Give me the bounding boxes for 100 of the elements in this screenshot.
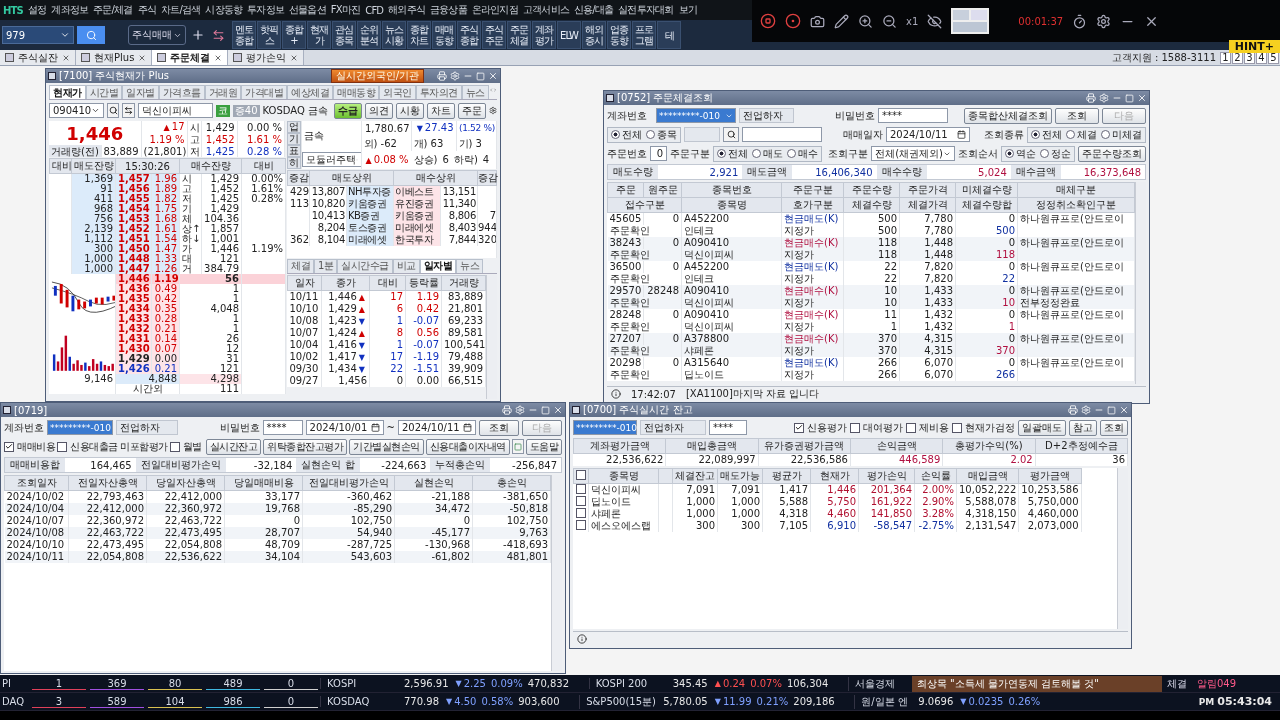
timer-icon[interactable] [1072, 13, 1088, 29]
toolbar-button[interactable]: 주식 종합 [457, 21, 481, 49]
eye-off-icon[interactable] [927, 13, 943, 29]
page-button[interactable]: 2 [1232, 51, 1243, 64]
menu-item[interactable]: 신용/대출 [573, 3, 614, 17]
tab[interactable]: 투자의견 [415, 85, 462, 99]
tab[interactable]: 일자별 [419, 258, 457, 273]
maximize-icon[interactable] [476, 71, 485, 81]
toolbar-button[interactable]: 종합 + [282, 21, 306, 49]
tab[interactable]: 체결 [287, 258, 314, 273]
stock-code-field[interactable]: 090410 [49, 103, 105, 118]
tab[interactable]: 일자별 [122, 85, 159, 99]
query-button[interactable]: 조회 [1055, 107, 1099, 124]
menu-item[interactable]: 투자정보 [247, 3, 284, 17]
search-button[interactable] [723, 127, 739, 142]
tab[interactable]: 가격대별 [241, 85, 287, 99]
close-icon[interactable] [138, 53, 147, 62]
tab[interactable]: 뉴스 [456, 258, 484, 273]
checkbox[interactable]: 현재가검정 [952, 420, 1015, 435]
print-icon[interactable] [437, 71, 447, 81]
page-button[interactable]: 3 [1244, 51, 1255, 64]
account-select[interactable]: 979 [2, 26, 74, 44]
action-button[interactable]: 주문 [457, 102, 486, 119]
toolbar-button[interactable]: 현재 가 [307, 21, 331, 49]
radio-button[interactable]: 전체 [611, 127, 642, 142]
print-icon[interactable] [1068, 405, 1078, 415]
tab[interactable]: 실시간수급 [337, 258, 393, 273]
menu-item[interactable]: 실전투자대회 [618, 3, 674, 17]
tab[interactable]: 비교 [392, 258, 420, 273]
print-icon[interactable] [502, 405, 512, 415]
maximize-icon[interactable] [1125, 93, 1134, 103]
close-icon[interactable] [553, 405, 563, 415]
query-button[interactable]: 조회 [479, 419, 519, 436]
toolbar-button[interactable]: 계좌 평가 [532, 21, 556, 49]
action-button[interactable]: 일괄매도 [1018, 419, 1066, 436]
checkbox[interactable] [576, 507, 586, 518]
action-button[interactable]: 수급 [333, 102, 362, 119]
radio-button[interactable]: 역순 [1005, 146, 1036, 161]
password-field[interactable]: **** [262, 420, 303, 435]
query-button[interactable]: 종목합산체결조회 [964, 107, 1052, 124]
toolbar-button[interactable]: 매매 동향 [432, 21, 456, 49]
plus-icon[interactable] [191, 28, 205, 42]
report-button[interactable]: 신용대출이자내역 [425, 438, 510, 455]
export-button[interactable] [511, 439, 524, 454]
search-button[interactable] [107, 103, 120, 118]
swap-icon[interactable] [212, 28, 225, 42]
page-button[interactable]: 5 [1268, 51, 1279, 64]
toolbar-button[interactable]: 주문 체결 [507, 21, 531, 49]
swap-button[interactable] [122, 103, 135, 118]
radio-button[interactable]: 매도 [752, 146, 784, 161]
radio-button[interactable]: 종목 [646, 127, 677, 142]
side-tab[interactable]: 히 [287, 157, 300, 169]
radio-button[interactable]: 미체결 [1101, 127, 1142, 142]
settings-icon[interactable] [488, 105, 497, 116]
report-button[interactable]: 위탁종합잔고평가 [263, 438, 348, 455]
menu-item[interactable]: 고객서비스 [522, 3, 569, 17]
page-button[interactable]: 4 [1256, 51, 1267, 64]
maximize-icon[interactable] [541, 405, 550, 415]
toolbar-button[interactable]: 해외 증시 [582, 21, 606, 49]
account-field[interactable]: *********-010 [573, 420, 637, 435]
toolbar-button[interactable]: 순위 분석 [357, 21, 381, 49]
toolbar-button[interactable]: 프로 그램 [632, 21, 656, 49]
tab[interactable]: 1분 [314, 258, 338, 273]
stop-icon[interactable] [760, 13, 776, 29]
checkbox[interactable] [576, 469, 586, 480]
checkbox[interactable] [576, 483, 586, 494]
tab[interactable]: 주문체결 [152, 50, 229, 65]
checkbox[interactable]: 대여평가 [850, 420, 903, 435]
checkbox[interactable] [576, 519, 586, 530]
password-field[interactable]: **** [709, 420, 747, 435]
zoom-out-icon[interactable] [882, 13, 897, 29]
radio-button[interactable]: 전체 [717, 146, 749, 161]
settings-icon[interactable] [1096, 13, 1112, 29]
camera-icon[interactable] [810, 13, 825, 29]
toolbar-button[interactable]: 업종 동향 [607, 21, 631, 49]
action-button[interactable]: 의견 [364, 102, 393, 119]
action-button[interactable]: 조회 [1100, 419, 1128, 436]
side-tab[interactable]: 업 [287, 121, 300, 133]
date-field[interactable]: 2024/10/11 [886, 127, 970, 142]
query-kind-select[interactable]: 전체(채권제외) [871, 146, 955, 161]
action-button[interactable]: 시황 [395, 102, 424, 119]
record-icon[interactable] [785, 13, 801, 29]
radio-button[interactable]: 매수 [787, 146, 819, 161]
menu-item[interactable]: 금융상품 [430, 3, 467, 17]
password-field[interactable]: **** [878, 108, 948, 123]
theme-select[interactable]: 모듈러주택 [301, 152, 360, 168]
menu-item[interactable]: 차트/검색 [161, 3, 201, 17]
menu-item[interactable]: 주식 [137, 3, 156, 17]
toolbar-button[interactable]: 멘토 종합 [232, 21, 256, 49]
page-button[interactable]: 1 [1220, 51, 1231, 64]
report-button[interactable]: 실시간잔고 [205, 438, 262, 455]
tab[interactable]: 가격흐름 [158, 85, 205, 99]
tab[interactable]: 주식실잔 [0, 50, 76, 65]
menu-item[interactable]: 온라인지점 [471, 3, 518, 17]
toolbar-button[interactable]: 핫픽 스 [257, 21, 281, 49]
menu-item[interactable]: CFD [365, 4, 384, 16]
realtime-badge[interactable]: 실시간외국인/기관 [330, 69, 424, 83]
toolbar-button[interactable]: 뉴스 시황 [382, 21, 406, 49]
close-icon[interactable] [1137, 93, 1147, 103]
order-number-field[interactable]: 0 [650, 146, 668, 161]
